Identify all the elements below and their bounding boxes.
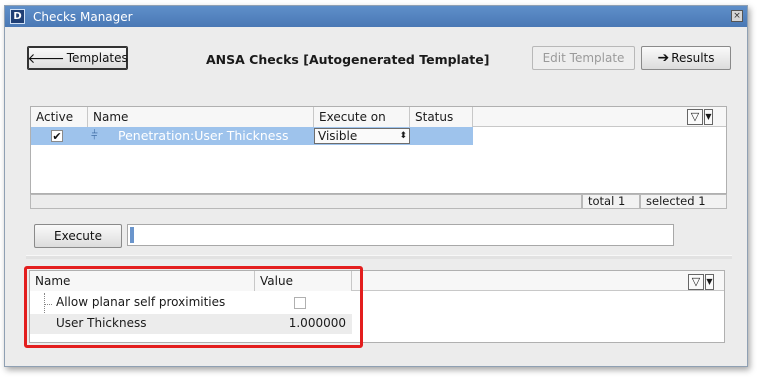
chevron-down-icon[interactable]: ▼ bbox=[704, 109, 713, 125]
table-row[interactable]: ✔ ⫩ Penetration:User Thickness Visible ⬍ bbox=[31, 127, 473, 145]
highlight-box bbox=[24, 266, 363, 348]
filter-icon[interactable]: ▽ bbox=[688, 274, 704, 290]
execute-button[interactable]: Execute bbox=[34, 224, 122, 248]
edit-template-button[interactable]: Edit Template bbox=[532, 46, 635, 70]
checks-table[interactable]: Active Name Execute on Status ▽ ▼ ✔ ⫩ Pe… bbox=[30, 106, 727, 194]
col-active[interactable]: Active bbox=[31, 107, 88, 127]
template-title: ANSA Checks [Autogenerated Template] bbox=[206, 52, 490, 67]
app-icon: D bbox=[10, 9, 25, 24]
close-icon[interactable]: × bbox=[731, 10, 743, 22]
chevron-down-icon[interactable]: ▼ bbox=[705, 274, 714, 290]
check-type-icon: ⫩ bbox=[91, 128, 98, 142]
arrow-left-icon: 🡐 bbox=[27, 50, 65, 67]
col-name[interactable]: Name bbox=[88, 107, 314, 127]
total-count: total 1 bbox=[582, 194, 640, 209]
filter-icon[interactable]: ▽ bbox=[687, 109, 703, 125]
col-status[interactable]: Status bbox=[410, 107, 473, 127]
status-bar bbox=[30, 194, 582, 209]
execute-on-select[interactable]: Visible ⬍ bbox=[314, 128, 410, 144]
arrow-right-icon: ➔ bbox=[657, 50, 670, 66]
results-button-label: Results bbox=[671, 51, 715, 65]
execute-button-label: Execute bbox=[54, 229, 102, 243]
splitter-handle[interactable] bbox=[26, 255, 732, 259]
execute-on-value: Visible bbox=[318, 129, 358, 143]
spin-icon: ⬍ bbox=[399, 131, 407, 141]
title-bar[interactable]: D Checks Manager × bbox=[5, 6, 747, 27]
progress-indicator bbox=[130, 227, 134, 243]
col-execute-on[interactable]: Execute on bbox=[314, 107, 410, 127]
execute-progress-bar bbox=[127, 224, 674, 246]
check-name: Penetration:User Thickness bbox=[118, 128, 289, 143]
active-checkbox[interactable]: ✔ bbox=[51, 130, 63, 142]
window-title: Checks Manager bbox=[33, 9, 133, 24]
templates-button-label: Templates bbox=[66, 51, 128, 65]
results-button[interactable]: ➔ Results bbox=[641, 46, 731, 70]
selected-count: selected 1 bbox=[640, 194, 727, 209]
templates-button[interactable]: 🡐 Templates bbox=[27, 46, 128, 70]
edit-template-label: Edit Template bbox=[542, 51, 625, 65]
